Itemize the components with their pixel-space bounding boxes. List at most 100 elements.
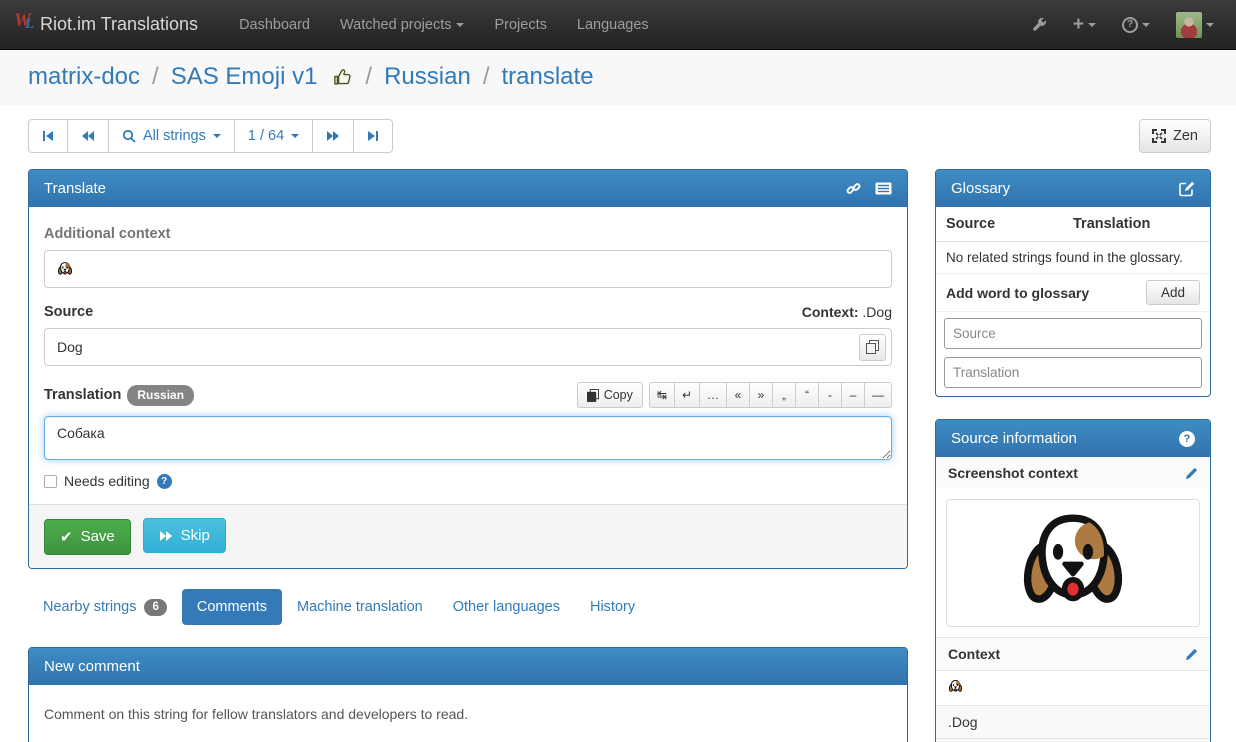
previous-string-button[interactable] bbox=[67, 119, 109, 153]
nav-watched-projects[interactable]: Watched projects bbox=[325, 0, 479, 49]
permalink-icon[interactable] bbox=[846, 181, 861, 196]
translate-panel-title: Translate bbox=[44, 180, 106, 197]
zen-mode-button[interactable]: Zen bbox=[1139, 119, 1211, 153]
site-title[interactable]: Riot.im Translations bbox=[40, 14, 198, 35]
tab-nearby-strings[interactable]: Nearby strings 6 bbox=[28, 589, 182, 626]
check-icon: ✔ bbox=[60, 528, 73, 546]
glossary-empty-message: No related strings found in the glossary… bbox=[936, 242, 1210, 274]
dog-emoji-icon bbox=[948, 679, 963, 694]
copy-source-button[interactable] bbox=[859, 334, 886, 361]
glossary-col-source: Source bbox=[946, 216, 1073, 232]
comment-description: Comment on this string for fellow transl… bbox=[44, 706, 892, 722]
navbar-menu: Dashboard Watched projects Projects Lang… bbox=[224, 0, 664, 49]
add-menu-button[interactable]: + bbox=[1073, 15, 1096, 34]
translation-input[interactable]: Собака bbox=[44, 416, 892, 460]
flags-header: Flags bbox=[936, 738, 1210, 742]
weblate-logo-icon[interactable]: WL bbox=[14, 12, 40, 38]
breadcrumb-component-link[interactable]: SAS Emoji v1 bbox=[171, 63, 318, 91]
copy-icon bbox=[866, 340, 879, 354]
breadcrumb: matrix-doc / SAS Emoji v1 / Russian / tr… bbox=[0, 50, 1236, 105]
translate-panel-footer: ✔ Save Skip bbox=[29, 504, 907, 568]
new-comment-panel-header: New comment bbox=[29, 648, 907, 685]
next-icon bbox=[326, 130, 340, 142]
search-filter-label: All strings bbox=[143, 128, 206, 144]
search-icon bbox=[122, 129, 136, 143]
insert-emdash-button[interactable]: — bbox=[864, 382, 892, 408]
first-icon bbox=[42, 130, 54, 142]
translate-panel-body: Additional context Source Context: .Dog … bbox=[29, 207, 907, 504]
edit-pencil-icon[interactable] bbox=[1185, 648, 1198, 661]
glossary-panel: Glossary Source Translation No related s… bbox=[935, 169, 1211, 397]
nav-dashboard[interactable]: Dashboard bbox=[224, 0, 325, 49]
needs-editing-label: Needs editing bbox=[64, 473, 150, 489]
source-label: Source bbox=[44, 304, 93, 320]
new-comment-body: Comment on this string for fellow transl… bbox=[29, 685, 907, 742]
next-string-button[interactable] bbox=[312, 119, 354, 153]
insert-hyphen-button[interactable]: - bbox=[818, 382, 842, 408]
admin-tools-button[interactable] bbox=[1031, 17, 1047, 33]
additional-context-label: Additional context bbox=[44, 226, 892, 242]
position-label: 1 / 64 bbox=[248, 128, 284, 144]
screenshot-image-box[interactable] bbox=[946, 499, 1200, 627]
dog-emoji-image bbox=[1017, 507, 1129, 619]
glossary-title: Glossary bbox=[951, 180, 1010, 197]
save-button[interactable]: ✔ Save bbox=[44, 519, 131, 555]
first-string-button[interactable] bbox=[28, 119, 68, 153]
insert-tab-button[interactable]: ↹ bbox=[649, 382, 675, 408]
insert-high-quote-button[interactable]: “ bbox=[795, 382, 819, 408]
nearby-strings-count-badge: 6 bbox=[144, 599, 166, 616]
edit-pencil-icon[interactable] bbox=[1185, 467, 1198, 480]
string-navigation-toolbar: All strings 1 / 64 Zen bbox=[0, 105, 1236, 167]
glossary-panel-header: Glossary bbox=[936, 170, 1210, 207]
last-string-button[interactable] bbox=[353, 119, 393, 153]
copy-button[interactable]: Copy bbox=[577, 382, 643, 408]
new-comment-title: New comment bbox=[44, 658, 140, 675]
insert-low-quote-button[interactable]: „ bbox=[772, 382, 796, 408]
search-filter-dropdown[interactable]: All strings bbox=[108, 119, 235, 153]
user-menu-button[interactable] bbox=[1176, 12, 1214, 38]
glossary-source-input[interactable] bbox=[944, 318, 1202, 349]
breadcrumb-page-link[interactable]: translate bbox=[501, 63, 593, 91]
source-info-title: Source information bbox=[951, 430, 1077, 447]
tab-machine-translation[interactable]: Machine translation bbox=[282, 589, 438, 625]
insert-newline-button[interactable]: ↵ bbox=[674, 382, 700, 408]
position-dropdown[interactable]: 1 / 64 bbox=[234, 119, 313, 153]
breadcrumb-project-link[interactable]: matrix-doc bbox=[28, 63, 140, 91]
expand-icon bbox=[1152, 129, 1166, 143]
previous-icon bbox=[81, 130, 95, 142]
special-characters-group: ↹ ↵ … « » „ “ - – — bbox=[649, 382, 892, 408]
help-icon[interactable]: ? bbox=[157, 474, 172, 489]
insert-laquo-button[interactable]: « bbox=[726, 382, 750, 408]
breadcrumb-language-link[interactable]: Russian bbox=[384, 63, 471, 91]
zen-label: Zen bbox=[1173, 128, 1198, 144]
insert-endash-button[interactable]: – bbox=[841, 382, 865, 408]
navbar-right: + ? bbox=[1031, 12, 1214, 38]
skip-forward-icon bbox=[159, 530, 173, 542]
chevron-down-icon bbox=[456, 23, 464, 27]
detail-tabs: Nearby strings 6 Comments Machine transl… bbox=[28, 589, 908, 626]
main-content: Translate Additional context Source Cont… bbox=[0, 167, 1236, 742]
insert-ellipsis-button[interactable]: … bbox=[699, 382, 727, 408]
tab-comments[interactable]: Comments bbox=[182, 589, 282, 625]
glossary-translation-input[interactable] bbox=[944, 357, 1202, 388]
help-menu-button[interactable]: ? bbox=[1122, 17, 1150, 33]
keyboard-shortcuts-icon[interactable] bbox=[875, 182, 892, 195]
copy-icon bbox=[587, 389, 599, 402]
needs-editing-checkbox[interactable] bbox=[44, 475, 57, 488]
tab-history[interactable]: History bbox=[575, 589, 650, 625]
screenshot-context-area bbox=[936, 489, 1210, 637]
glossary-col-translation: Translation bbox=[1073, 216, 1200, 232]
nav-projects[interactable]: Projects bbox=[479, 0, 561, 49]
skip-button[interactable]: Skip bbox=[143, 518, 226, 553]
source-string: Dog bbox=[57, 339, 83, 355]
nav-languages[interactable]: Languages bbox=[562, 0, 664, 49]
add-glossary-button[interactable]: Add bbox=[1146, 280, 1200, 305]
tab-other-languages[interactable]: Other languages bbox=[438, 589, 575, 625]
insert-raquo-button[interactable]: » bbox=[749, 382, 773, 408]
chevron-down-icon bbox=[213, 134, 221, 138]
translate-panel-header: Translate bbox=[29, 170, 907, 207]
translate-panel: Translate Additional context Source Cont… bbox=[28, 169, 908, 569]
edit-glossary-icon[interactable] bbox=[1179, 181, 1195, 197]
chevron-down-icon bbox=[291, 134, 299, 138]
help-icon[interactable]: ? bbox=[1179, 431, 1195, 447]
